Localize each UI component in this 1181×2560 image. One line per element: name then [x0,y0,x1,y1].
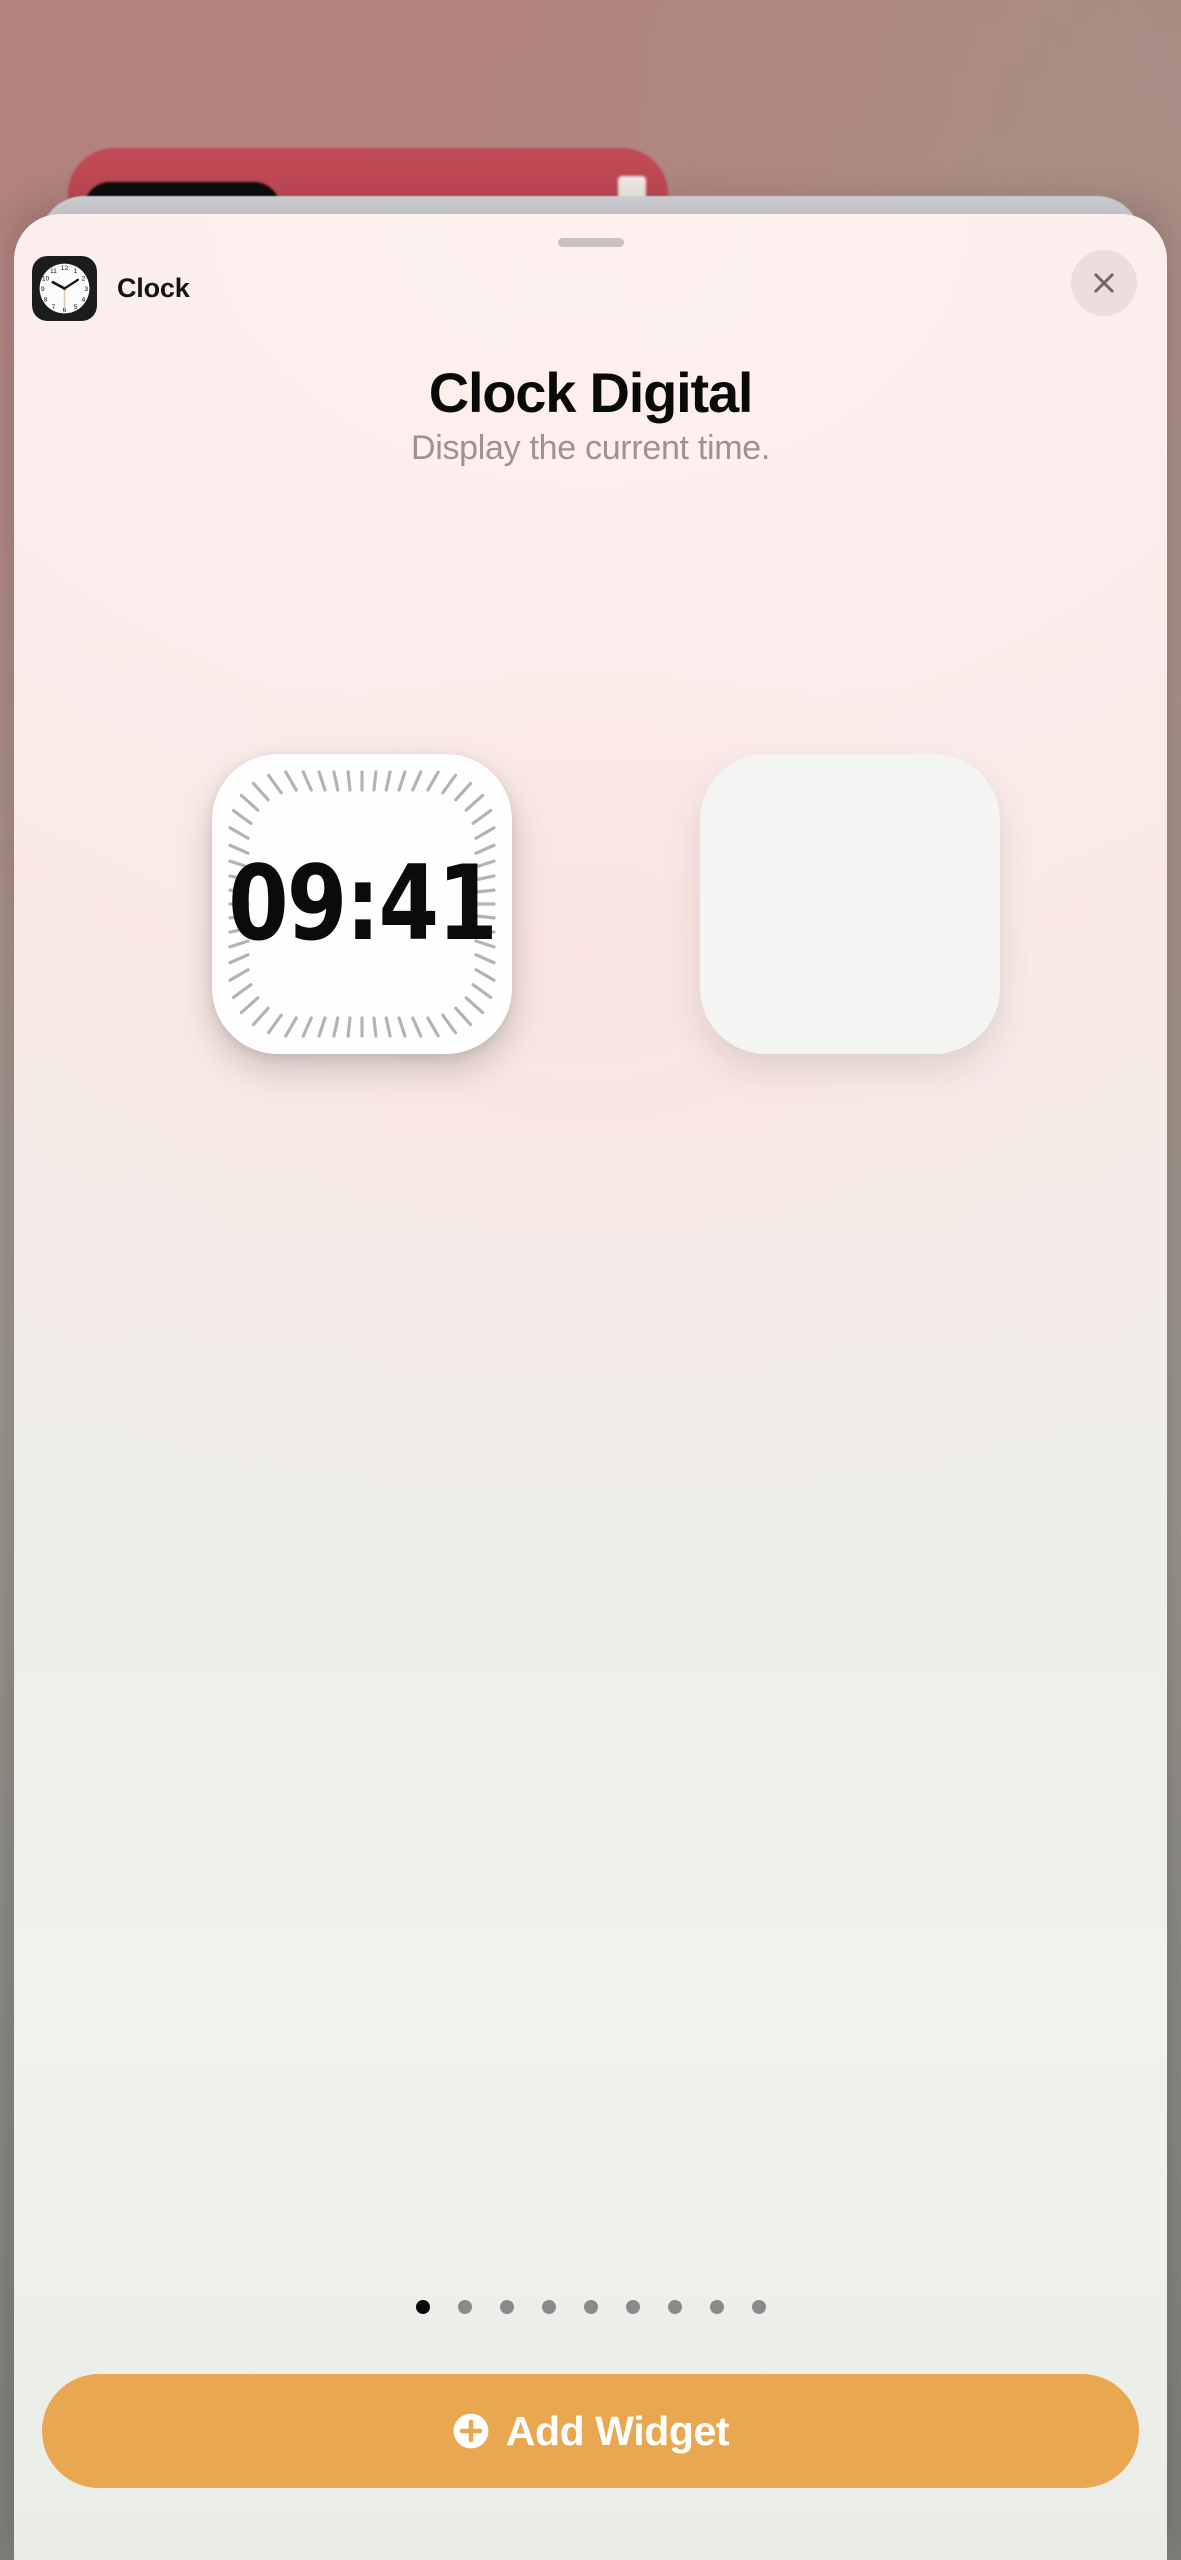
add-widget-button[interactable]: Add Widget [42,2374,1139,2488]
widget-preview-card[interactable]: 09:41 [212,754,512,1054]
svg-text:7: 7 [52,304,56,311]
widget-subtitle: Display the current time. [410,429,771,467]
svg-text:11: 11 [50,268,57,275]
page-dot[interactable] [751,2300,766,2314]
widget-preview-carousel[interactable]: 09:41 [14,754,1167,1094]
svg-text:1: 1 [74,268,78,275]
close-icon [1094,273,1114,293]
svg-text:12: 12 [61,265,69,272]
svg-text:5: 5 [74,304,78,311]
widget-preview-card-next[interactable] [700,754,1000,1054]
app-identity-chip[interactable]: 12 1 2 3 4 5 6 7 8 9 10 11 Clock [32,256,190,321]
page-dot[interactable] [667,2300,682,2314]
widget-time-display: 09:41 [228,844,498,964]
page-indicator[interactable] [14,2300,1167,2314]
widget-title: Clock Digital [428,361,754,424]
page-dot[interactable] [415,2300,430,2314]
clock-icon: 12 1 2 3 4 5 6 7 8 9 10 11 [32,256,97,321]
svg-text:3: 3 [84,286,88,293]
svg-text:6: 6 [63,307,67,314]
page-dot[interactable] [499,2300,514,2314]
sheet-header: 12 1 2 3 4 5 6 7 8 9 10 11 Clock [14,244,1167,348]
svg-text:4: 4 [82,296,86,303]
svg-text:8: 8 [44,296,48,303]
svg-text:2: 2 [82,276,86,283]
page-dot[interactable] [541,2300,556,2314]
app-name-label: Clock [117,273,190,303]
svg-text:10: 10 [42,276,50,283]
page-dot[interactable] [457,2300,472,2314]
widget-detail-sheet: 12 1 2 3 4 5 6 7 8 9 10 11 Clock Clock D… [14,214,1167,2560]
close-button[interactable] [1071,250,1137,316]
svg-text:9: 9 [41,286,45,293]
plus-circle-icon [453,2413,489,2449]
add-widget-label: Add Widget [505,2407,730,2454]
page-dot[interactable] [625,2300,640,2314]
page-dot[interactable] [583,2300,598,2314]
page-dot[interactable] [709,2300,724,2314]
